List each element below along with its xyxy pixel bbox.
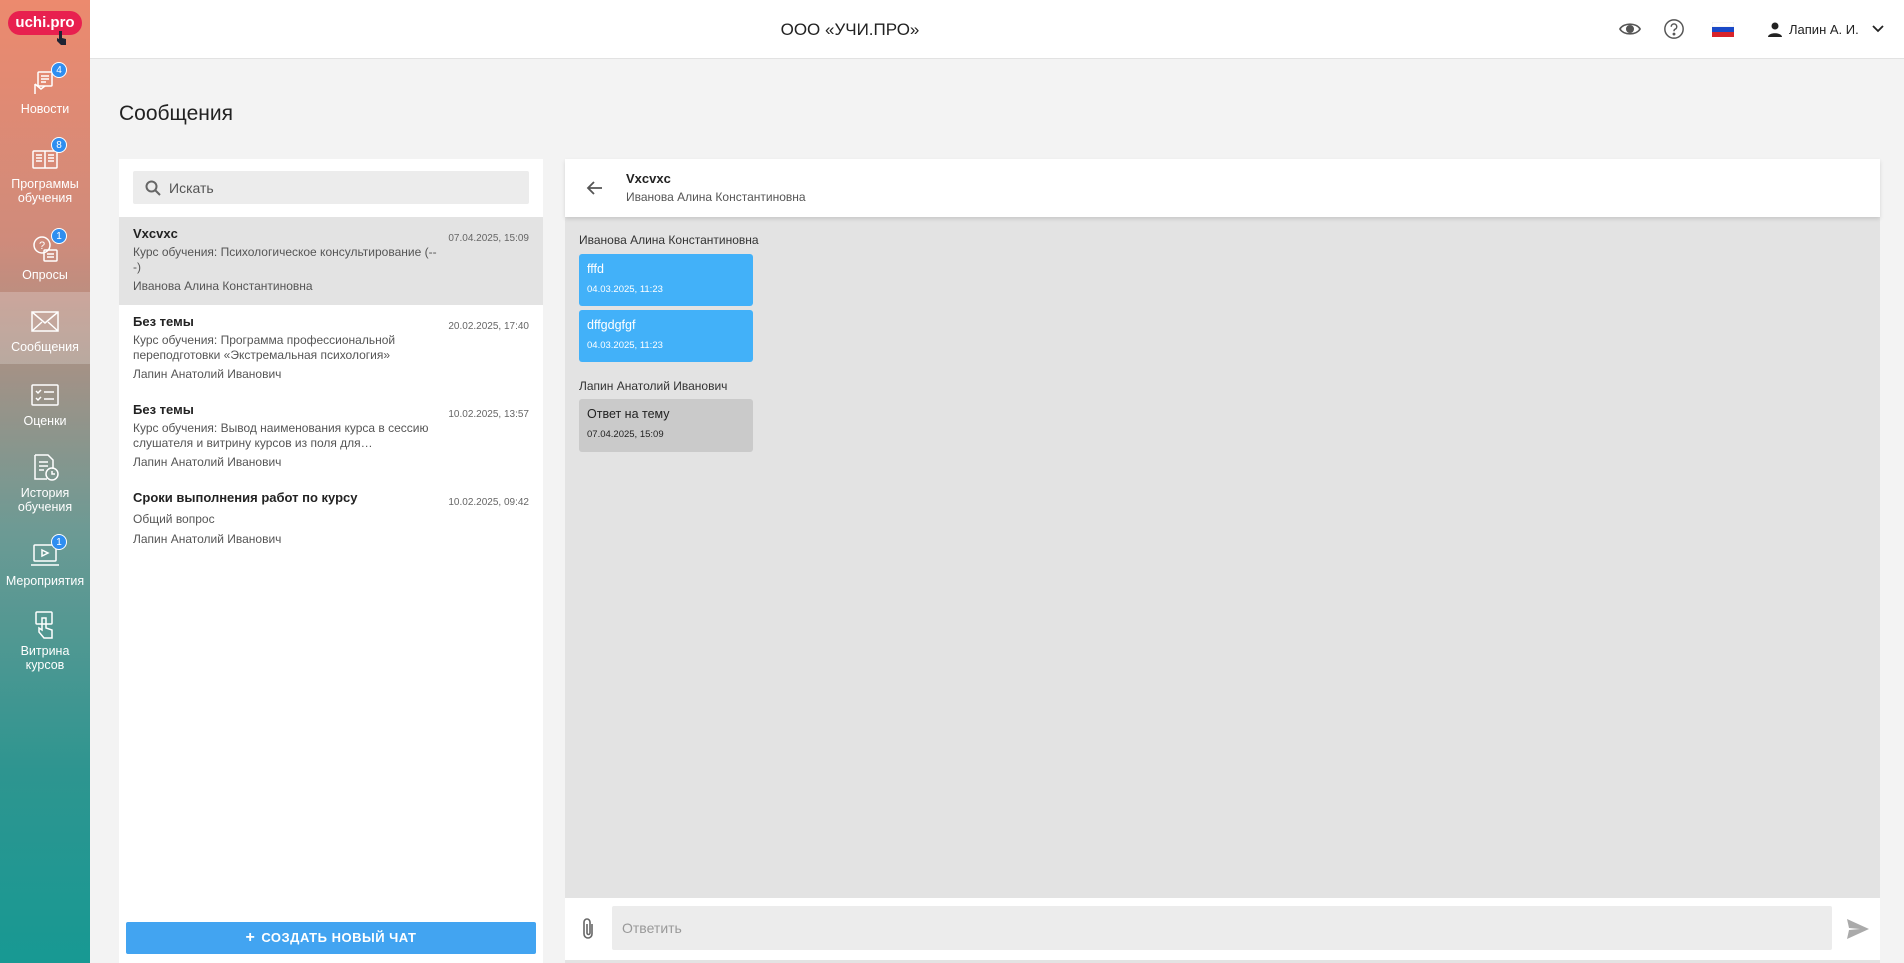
message-composer: [565, 898, 1880, 960]
events-icon: 1: [30, 534, 67, 570]
message-text: fffd: [587, 262, 604, 276]
survey-icon: ? 1: [30, 228, 67, 264]
user-menu[interactable]: Лапин А. И.: [1767, 21, 1885, 37]
conversation-header: Vxcvxc Иванова Алина Константиновна: [565, 159, 1880, 217]
sidebar-item-showcase[interactable]: Витрина курсов: [0, 610, 90, 672]
chat-course: Общий вопрос: [133, 512, 215, 526]
envelope-icon: [30, 306, 60, 336]
sidebar: uchi.pro 4 Новости 8 Программы обучения …: [0, 0, 90, 963]
org-title: ООО «УЧИ.ПРО»: [780, 20, 920, 39]
chat-list-item[interactable]: Без темы Курс обучения: Программа профес…: [119, 305, 543, 393]
sidebar-item-label: Программы обучения: [11, 177, 79, 205]
create-new-chat-label: СОЗДАТЬ НОВЫЙ ЧАТ: [261, 930, 417, 945]
sidebar-item-surveys[interactable]: ? 1 Опросы: [0, 228, 90, 286]
hand-newspaper-icon: 4: [30, 62, 67, 98]
sidebar-item-grades[interactable]: Оценки: [0, 380, 90, 432]
message-time: 04.03.2025, 11:23: [587, 340, 663, 351]
sidebar-item-label: Новости: [20, 102, 70, 116]
message-sender: Иванова Алина Константиновна: [579, 233, 759, 247]
sidebar-item-programs[interactable]: 8 Программы обучения: [0, 137, 90, 205]
page-title: Сообщения: [119, 102, 233, 125]
plus-icon: +: [245, 929, 256, 946]
create-new-chat-button[interactable]: + СОЗДАТЬ НОВЫЙ ЧАТ: [126, 922, 536, 954]
message-time: 04.03.2025, 11:23: [587, 284, 663, 295]
history-icon: [30, 452, 60, 482]
sidebar-item-label: Оценки: [23, 414, 67, 428]
chat-list-item[interactable]: Vxcvxc Курс обучения: Психологическое ко…: [119, 217, 543, 305]
chat-course: Курс обучения: Программа профессионально…: [133, 333, 396, 362]
user-name: Лапин А. И.: [1789, 21, 1859, 37]
help-icon[interactable]: [1663, 18, 1685, 40]
showcase-icon: [30, 610, 60, 640]
sidebar-item-label: Мероприятия: [5, 574, 85, 588]
chat-list-panel: Vxcvxc Курс обучения: Психологическое ко…: [119, 159, 543, 963]
paperclip-icon[interactable]: [577, 917, 599, 941]
conversation-title: Vxcvxc: [626, 171, 671, 186]
chat-date: 07.04.2025, 15:09: [448, 233, 529, 244]
chat-list-item[interactable]: Сроки выполнения работ по курсу Общий во…: [119, 481, 543, 551]
sidebar-item-label: История обучения: [17, 486, 73, 514]
message-sender: Лапин Анатолий Иванович: [579, 379, 728, 393]
conversation-subtitle: Иванова Алина Константиновна: [626, 190, 806, 204]
top-bar: ООО «УЧИ.ПРО» Лапин А. И.: [90, 0, 1904, 59]
events-badge: 1: [51, 534, 67, 550]
chat-author: Иванова Алина Константиновна: [133, 279, 313, 293]
chat-author: Лапин Анатолий Иванович: [133, 367, 282, 381]
russian-flag-icon[interactable]: [1712, 22, 1734, 37]
chat-list-item[interactable]: Без темы Курс обучения: Вывод наименован…: [119, 393, 543, 481]
sidebar-item-label: Опросы: [22, 268, 68, 282]
eye-icon[interactable]: [1619, 18, 1641, 40]
news-badge: 4: [51, 62, 67, 78]
chat-date: 10.02.2025, 09:42: [448, 497, 529, 508]
sidebar-item-news[interactable]: 4 Новости: [0, 62, 90, 120]
user-icon: [1768, 22, 1782, 37]
surveys-badge: 1: [51, 228, 67, 244]
message-text: Ответ на тему: [587, 407, 670, 421]
sidebar-item-label: Сообщения: [11, 340, 79, 354]
search-icon: [145, 180, 161, 196]
chat-date: 10.02.2025, 13:57: [448, 409, 529, 420]
message-bubble: fffd 04.03.2025, 11:23: [579, 254, 753, 306]
pointer-hand-icon: [57, 31, 66, 45]
message-text: dffgdgfgf: [587, 318, 636, 332]
send-icon[interactable]: [1846, 918, 1870, 940]
conversation-panel: Vxcvxc Иванова Алина Константиновна Иван…: [565, 159, 1880, 963]
reply-input[interactable]: [612, 906, 1832, 950]
chevron-down-icon: [1872, 25, 1884, 33]
message-bubble: Ответ на тему 07.04.2025, 15:09: [579, 399, 753, 452]
programs-badge: 8: [51, 137, 67, 153]
chat-course: Курс обучения: Вывод наименования курса …: [133, 421, 429, 450]
sidebar-item-label: Витрина курсов: [20, 644, 70, 672]
books-icon: 8: [30, 137, 67, 173]
chat-author: Лапин Анатолий Иванович: [133, 532, 282, 546]
search-box[interactable]: [133, 171, 529, 204]
chat-course: Курс обучения: Психологическое консульти…: [133, 245, 437, 274]
sidebar-item-history[interactable]: История обучения: [0, 452, 90, 514]
search-input[interactable]: [169, 179, 509, 196]
chat-author: Лапин Анатолий Иванович: [133, 455, 282, 469]
chat-date: 20.02.2025, 17:40: [448, 321, 529, 332]
back-arrow-icon[interactable]: [585, 178, 605, 198]
sidebar-item-events[interactable]: 1 Мероприятия: [0, 534, 90, 592]
logo[interactable]: uchi.pro: [8, 11, 82, 35]
message-bubble: dffgdgfgf 04.03.2025, 11:23: [579, 310, 753, 362]
grades-icon: [30, 380, 60, 410]
sidebar-item-messages[interactable]: Сообщения: [0, 292, 90, 364]
message-time: 07.04.2025, 15:09: [587, 429, 664, 440]
